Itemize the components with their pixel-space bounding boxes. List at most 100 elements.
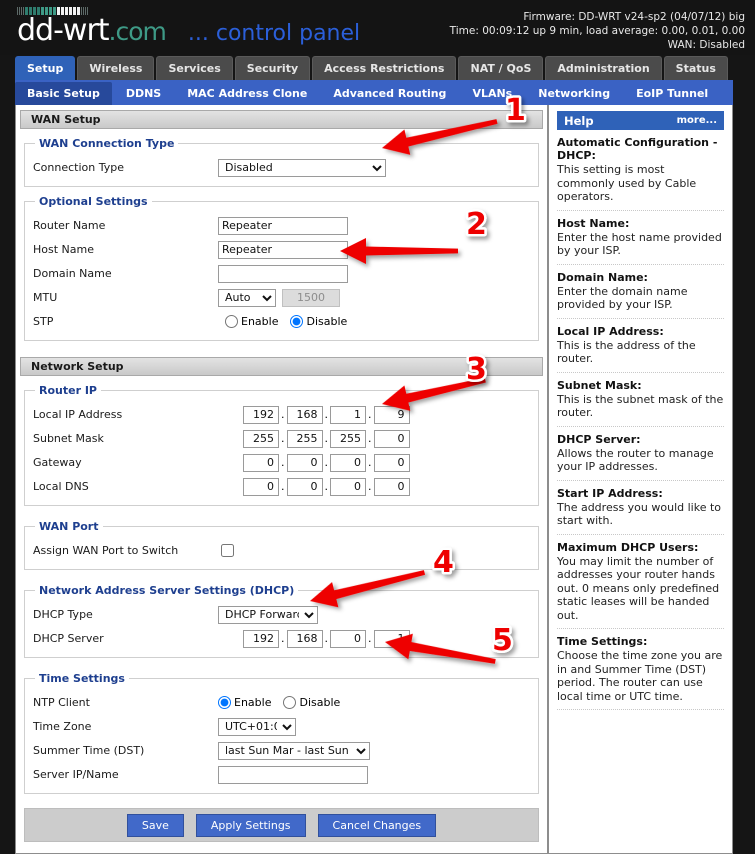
help-more-link[interactable]: more... (677, 115, 717, 126)
wan-status: WAN: Disabled (450, 38, 745, 52)
help-item-title: Start IP Address: (557, 487, 724, 500)
subtab-advanced-routing[interactable]: Advanced Routing (321, 82, 458, 105)
row-domain-name: Domain Name (33, 263, 530, 284)
subtab-basic-setup[interactable]: Basic Setup (15, 82, 112, 105)
subtab-ddns[interactable]: DDNS (114, 82, 173, 105)
firmware-version: Firmware: DD-WRT v24-sp2 (04/07/12) big (450, 10, 745, 24)
tab-administration[interactable]: Administration (545, 56, 661, 80)
local-ip-octet-3[interactable] (330, 406, 366, 424)
row-router-name: Router Name (33, 215, 530, 236)
stp-disable-radio-item[interactable]: Disable (290, 315, 347, 328)
ntp-enable-radio[interactable] (218, 696, 231, 709)
time-zone-select[interactable]: UTC+01:00 (218, 718, 296, 736)
ntp-enable-radio-item[interactable]: Enable (218, 696, 271, 709)
tab-wireless[interactable]: Wireless (77, 56, 154, 80)
local-dns-octet-4[interactable] (374, 478, 410, 496)
subtab-eoip-tunnel[interactable]: EoIP Tunnel (624, 82, 720, 105)
tab-services[interactable]: Services (156, 56, 232, 80)
ip-dot: . (323, 632, 331, 645)
main-tab-bar: Setup Wireless Services Security Access … (15, 56, 728, 80)
local-ip-octet-4[interactable] (374, 406, 410, 424)
local-dns-octet-2[interactable] (287, 478, 323, 496)
label-gateway: Gateway (33, 456, 218, 469)
mtu-size-input (282, 289, 340, 307)
wordmark-main: dd-wrt (17, 13, 109, 48)
tab-nat-qos[interactable]: NAT / QoS (458, 56, 543, 80)
help-item-title: Maximum DHCP Users: (557, 541, 724, 554)
ntp-disable-radio-item[interactable]: Disable (283, 696, 340, 709)
tab-setup[interactable]: Setup (15, 56, 75, 80)
ip-dot: . (366, 480, 374, 493)
row-dhcp-type: DHCP Type DHCP Forwarder (33, 604, 530, 625)
ip-dot: . (279, 408, 287, 421)
help-title: Help (564, 114, 594, 128)
local-dns-octet-3[interactable] (330, 478, 366, 496)
subtab-mac-address-clone[interactable]: MAC Address Clone (175, 82, 319, 105)
help-item: Automatic Configuration - DHCP: This set… (557, 136, 724, 211)
dhcp-server-octet-1[interactable] (243, 630, 279, 648)
ip-dot: . (323, 408, 331, 421)
help-item: Maximum DHCP Users: You may limit the nu… (557, 541, 724, 630)
tab-security[interactable]: Security (235, 56, 310, 80)
fieldset-time-settings: Time Settings NTP Client Enable Disable … (24, 672, 539, 794)
server-ip-name-input[interactable] (218, 766, 368, 784)
save-button[interactable]: Save (127, 814, 184, 837)
ip-dot: . (279, 480, 287, 493)
router-name-input[interactable] (218, 217, 348, 235)
row-local-dns: Local DNS . . . (33, 476, 530, 497)
fieldset-wan-connection-type: WAN Connection Type Connection Type Disa… (24, 137, 539, 187)
assign-wan-port-checkbox[interactable] (221, 544, 234, 557)
stp-disable-radio[interactable] (290, 315, 303, 328)
dhcp-server-octet-4[interactable] (374, 630, 410, 648)
mtu-mode-select[interactable]: Auto (218, 289, 276, 307)
subtab-networking[interactable]: Networking (526, 82, 622, 105)
help-item: DHCP Server: Allows the router to manage… (557, 433, 724, 481)
subtab-vlans[interactable]: VLANs (460, 82, 524, 105)
legend-wan-connection-type: WAN Connection Type (35, 137, 178, 150)
dhcp-server-octet-2[interactable] (287, 630, 323, 648)
ip-dot: . (366, 632, 374, 645)
uptime-load: Time: 00:09:12 up 9 min, load average: 0… (450, 24, 745, 38)
local-ip-octet-2[interactable] (287, 406, 323, 424)
local-ip-octet-1[interactable] (243, 406, 279, 424)
sub-tab-bar: Basic Setup DDNS MAC Address Clone Advan… (15, 80, 733, 105)
subnet-mask-octet-3[interactable] (330, 430, 366, 448)
help-item-body: You may limit the number of addresses yo… (557, 555, 724, 623)
ip-dot: . (366, 408, 374, 421)
row-server-ip-name: Server IP/Name (33, 764, 530, 785)
cancel-changes-button[interactable]: Cancel Changes (318, 814, 437, 837)
gateway-octet-2[interactable] (287, 454, 323, 472)
ip-dot: . (279, 632, 287, 645)
stp-enable-radio[interactable] (225, 315, 238, 328)
help-item: Host Name: Enter the host name provided … (557, 217, 724, 265)
row-summer-time-dst: Summer Time (DST) last Sun Mar - last Su… (33, 740, 530, 761)
help-item-title: Host Name: (557, 217, 724, 230)
help-item-body: Enter the host name provided by your ISP… (557, 231, 724, 258)
label-summer-time-dst: Summer Time (DST) (33, 744, 218, 757)
ip-dot: . (323, 480, 331, 493)
subnet-mask-octet-1[interactable] (243, 430, 279, 448)
row-assign-wan-port: Assign WAN Port to Switch (33, 540, 530, 561)
subnet-mask-octet-2[interactable] (287, 430, 323, 448)
local-dns-octet-1[interactable] (243, 478, 279, 496)
help-item: Subnet Mask: This is the subnet mask of … (557, 379, 724, 427)
stp-enable-radio-item[interactable]: Enable (225, 315, 278, 328)
ntp-disable-radio[interactable] (283, 696, 296, 709)
dhcp-server-octet-3[interactable] (330, 630, 366, 648)
form-button-bar: Save Apply Settings Cancel Changes (24, 808, 539, 842)
summer-time-dst-select[interactable]: last Sun Mar - last Sun Oct (218, 742, 370, 760)
dhcp-type-select[interactable]: DHCP Forwarder (218, 606, 318, 624)
connection-type-select[interactable]: Disabled (218, 159, 386, 177)
fieldset-wan-port: WAN Port Assign WAN Port to Switch (24, 520, 539, 570)
host-name-input[interactable] (218, 241, 348, 259)
gateway-octet-4[interactable] (374, 454, 410, 472)
gateway-octet-3[interactable] (330, 454, 366, 472)
settings-content: WAN Setup WAN Connection Type Connection… (15, 105, 548, 854)
domain-name-input[interactable] (218, 265, 348, 283)
tab-status[interactable]: Status (664, 56, 728, 80)
gateway-octet-1[interactable] (243, 454, 279, 472)
label-dhcp-type: DHCP Type (33, 608, 218, 621)
tab-access-restrictions[interactable]: Access Restrictions (312, 56, 456, 80)
apply-settings-button[interactable]: Apply Settings (196, 814, 306, 837)
subnet-mask-octet-4[interactable] (374, 430, 410, 448)
